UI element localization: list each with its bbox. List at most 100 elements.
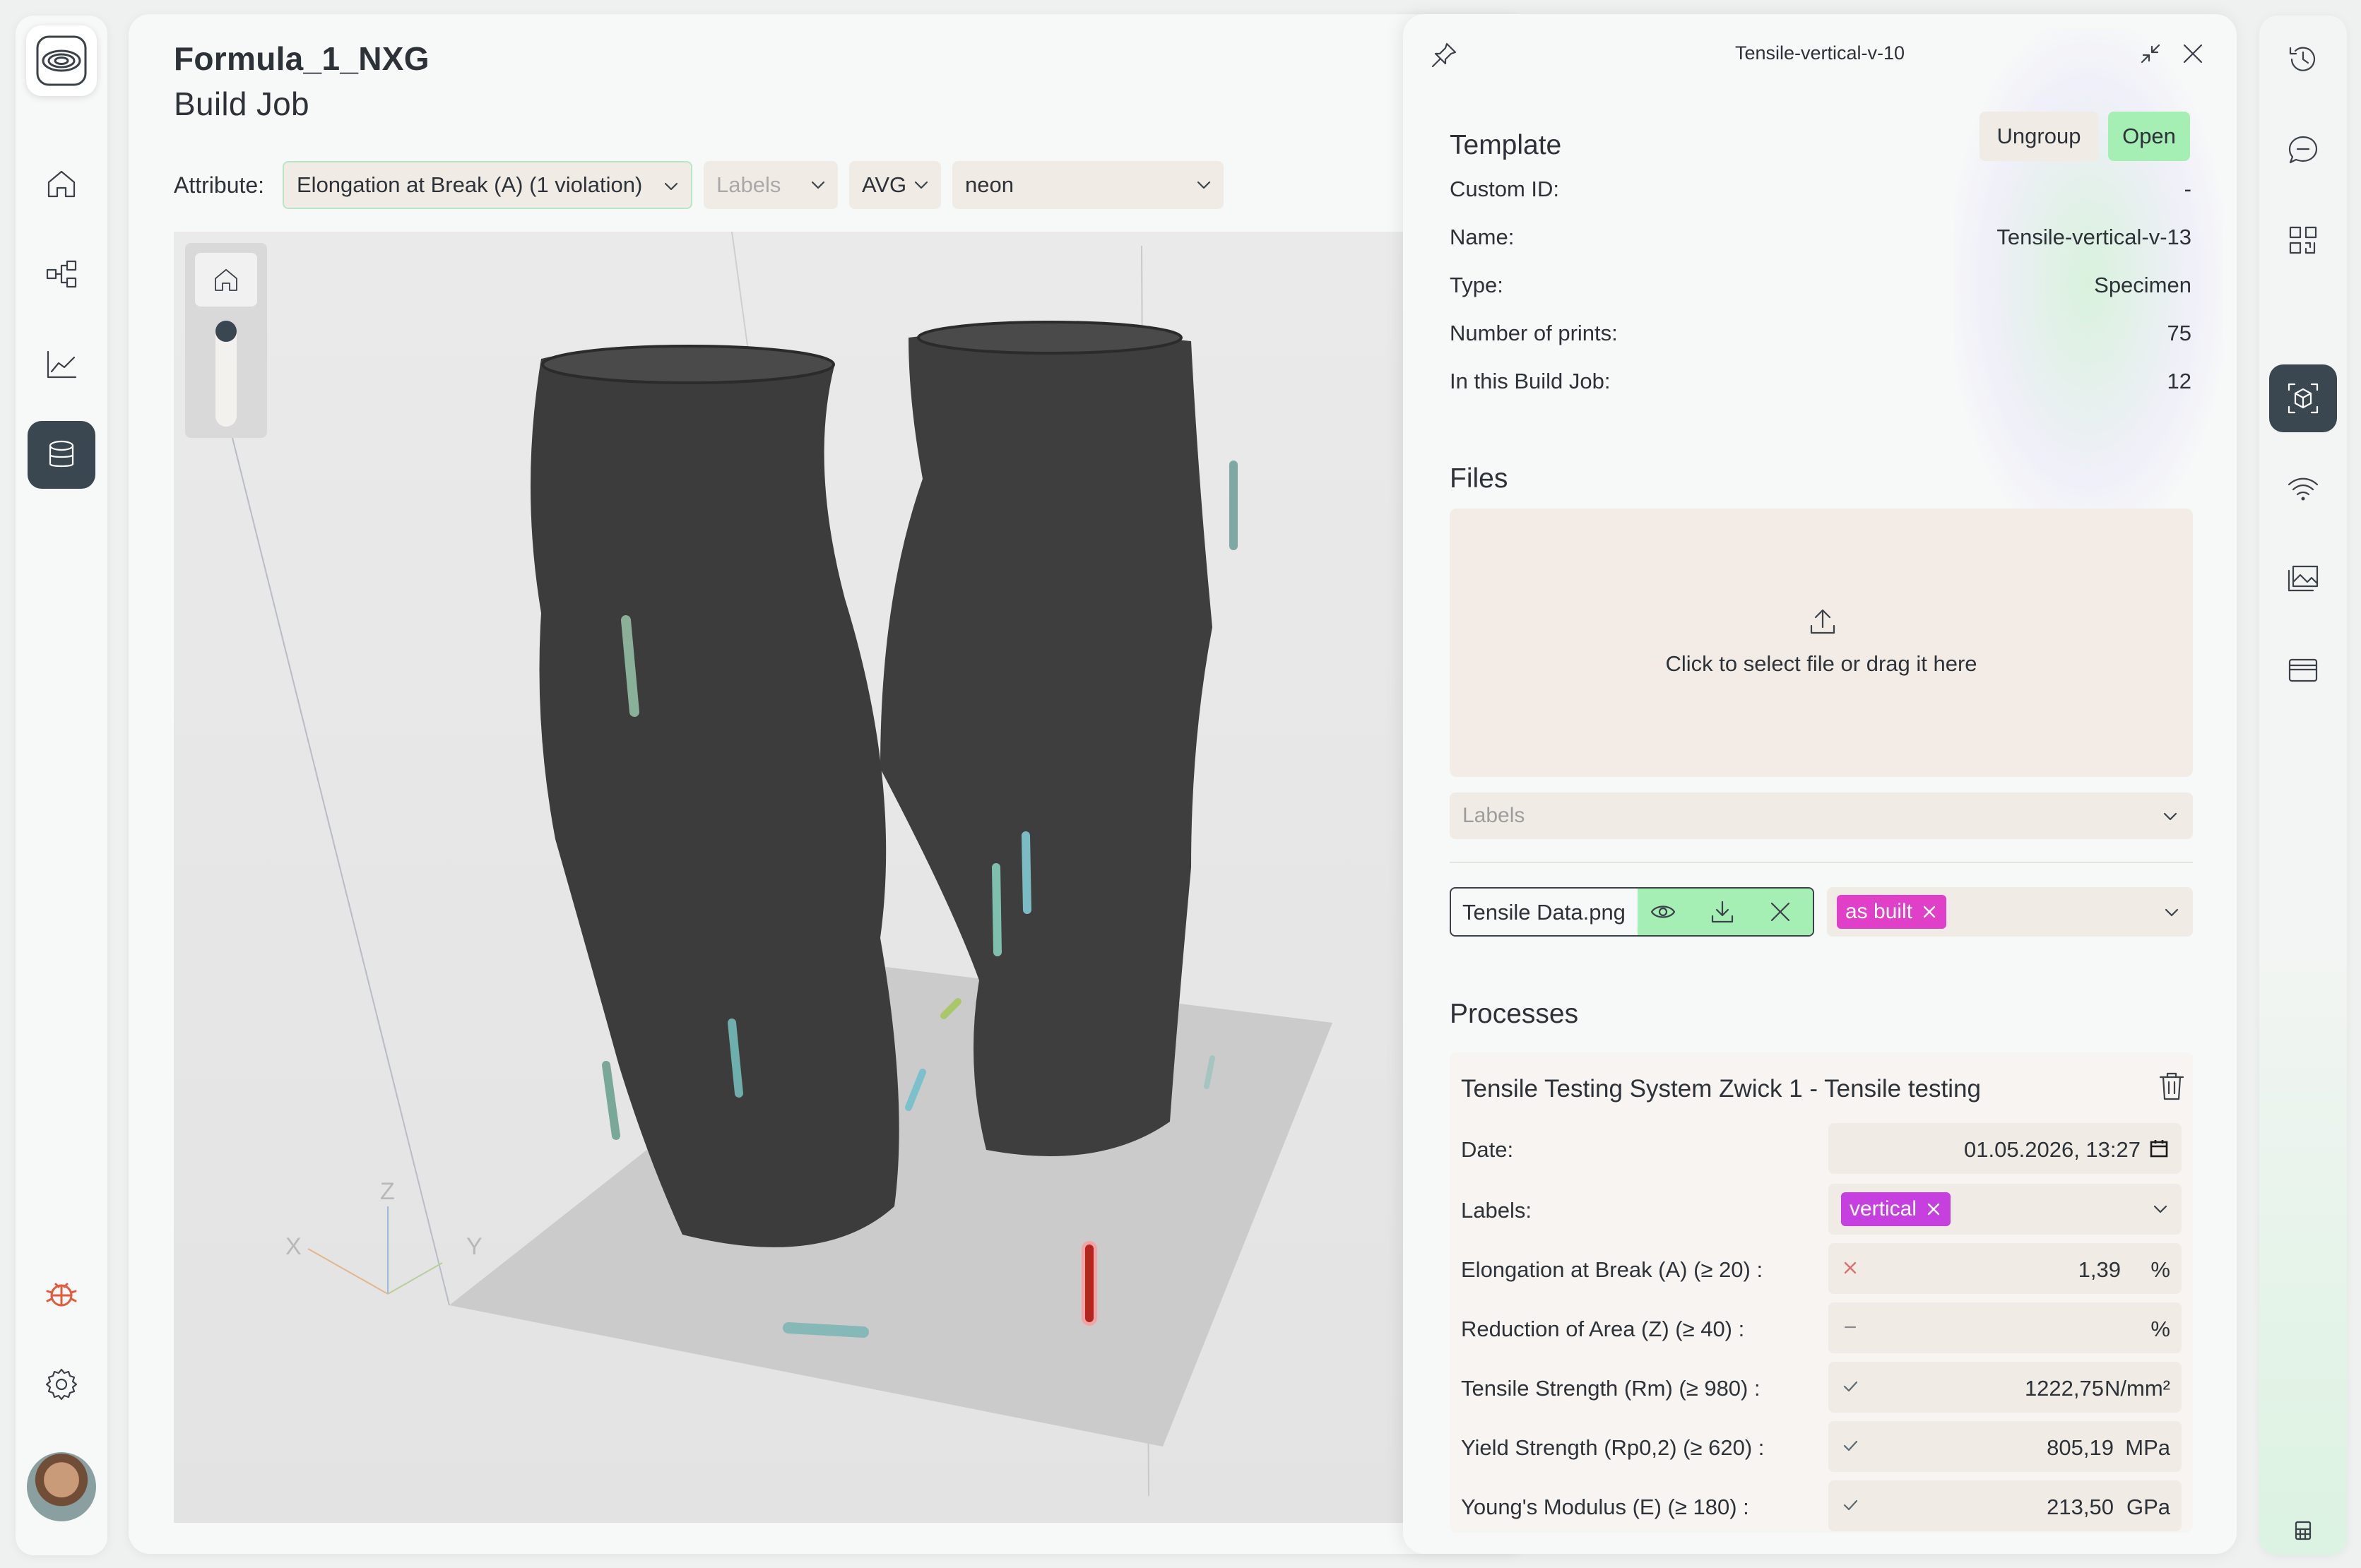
remove-tag-icon[interactable] — [1921, 903, 1938, 920]
nav-home-button[interactable] — [28, 150, 95, 218]
reset-view-button[interactable] — [195, 253, 257, 307]
ungroup-button[interactable]: Ungroup — [1980, 112, 2098, 161]
qr-code-button[interactable] — [2269, 206, 2337, 274]
file-labels-select[interactable]: Labels — [1450, 792, 2193, 839]
tensile-specimen-bar — [992, 863, 1002, 956]
field-number-of-prints: Number of prints: 75 — [1450, 321, 2191, 352]
field-in-build-job: In this Build Job: 12 — [1450, 369, 2191, 400]
measurement-input[interactable]: 1222,75 N/mm² — [1828, 1362, 2182, 1413]
labels-filter-select[interactable]: Labels — [704, 161, 838, 209]
viewport-controls — [185, 243, 267, 438]
measurement-input[interactable]: % — [1828, 1302, 2182, 1353]
3d-viewport[interactable]: Z X Y — [174, 232, 1438, 1523]
nav-workflow-button[interactable] — [28, 240, 95, 308]
specimen-part-left — [531, 350, 899, 1247]
field-value: Specimen — [2094, 273, 2191, 297]
3d-view-button[interactable] — [2269, 364, 2337, 432]
labels-label: Labels: — [1461, 1198, 1532, 1223]
wifi-icon — [2288, 477, 2319, 501]
attribute-select[interactable]: Elongation at Break (A) (1 violation) — [283, 161, 692, 209]
attribute-label: Attribute: — [174, 172, 265, 198]
home-icon — [215, 268, 237, 291]
detail-title: Tensile-vertical-v-10 — [1734, 42, 1905, 64]
close-icon[interactable] — [2179, 40, 2207, 68]
calculator-button[interactable] — [2259, 1506, 2347, 1555]
left-sidebar — [16, 16, 107, 1555]
tag-as-built: as built — [1837, 895, 1947, 929]
measurement-label: Young's Modulus (E) (≥ 180) : — [1461, 1495, 1749, 1519]
nav-analytics-button[interactable] — [28, 331, 95, 398]
file-tags-select[interactable]: as built — [1827, 887, 2193, 937]
upload-icon — [1810, 609, 1835, 634]
right-toolbar — [2259, 16, 2347, 1555]
comments-button[interactable] — [2269, 116, 2337, 184]
settings-button[interactable] — [28, 1350, 95, 1418]
connectivity-button[interactable] — [2269, 455, 2337, 523]
remove-tag-icon[interactable] — [1925, 1201, 1942, 1218]
date-input[interactable]: 01.05.2026, 13:27 — [1828, 1123, 2182, 1174]
measurement-input[interactable]: 1,39 % — [1828, 1243, 2182, 1294]
file-dropzone[interactable]: Click to select file or drag it here — [1450, 509, 2193, 777]
measurement-label: Elongation at Break (A) (≥ 20) : — [1461, 1257, 1763, 1282]
measurement-unit: N/mm² — [2105, 1376, 2170, 1401]
colormap-select[interactable]: neon — [952, 161, 1224, 209]
field-label: Name: — [1450, 225, 1515, 249]
field-value: Tensile-vertical-v-13 — [1996, 225, 2191, 249]
measurement-value: 213,50 — [2047, 1495, 2114, 1519]
eye-icon[interactable] — [1650, 899, 1676, 925]
measurement-row: Yield Strength (Rp0,2) (≥ 620) : 805,19 … — [1461, 1421, 2182, 1472]
process-labels-select[interactable]: vertical — [1828, 1184, 2182, 1235]
axis-z-label: Z — [380, 1178, 395, 1205]
qr-code-icon — [2289, 226, 2317, 254]
aggregate-select[interactable]: AVG — [849, 161, 941, 209]
app-logo-button[interactable] — [26, 25, 97, 96]
page-subtitle: Build Job — [174, 85, 309, 122]
chevron-down-icon — [664, 182, 678, 191]
wallet-button[interactable] — [2269, 636, 2337, 703]
collapse-icon[interactable] — [2138, 41, 2163, 66]
measurement-label: Reduction of Area (Z) (≥ 40) : — [1461, 1317, 1745, 1341]
check-icon — [1843, 1381, 1858, 1392]
field-label: Type: — [1450, 273, 1503, 297]
measurement-row: Reduction of Area (Z) (≥ 40) : % — [1461, 1302, 2182, 1353]
measurement-row: Elongation at Break (A) (≥ 20) : 1,39 % — [1461, 1243, 2182, 1294]
3d-scene: Z X Y — [230, 232, 1332, 1497]
trash-icon[interactable] — [2158, 1071, 2186, 1102]
tensile-specimen-bar — [1022, 831, 1031, 914]
process-card: Tensile Testing System Zwick 1 - Tensile… — [1450, 1052, 2193, 1533]
measurement-unit: % — [2150, 1257, 2170, 1282]
measurement-value: 1,39 — [2078, 1257, 2121, 1282]
axis-y-label: Y — [466, 1233, 483, 1260]
tag-vertical: vertical — [1841, 1192, 1951, 1226]
field-type: Type: Specimen — [1450, 273, 2191, 304]
gallery-button[interactable] — [2269, 545, 2337, 613]
user-avatar[interactable] — [27, 1452, 96, 1521]
download-icon[interactable] — [1710, 899, 1735, 925]
open-button[interactable]: Open — [2108, 112, 2190, 161]
close-icon[interactable] — [1768, 899, 1793, 925]
field-name: Name: Tensile-vertical-v-13 — [1450, 225, 2191, 256]
measurement-unit: MPa — [2125, 1435, 2170, 1460]
chart-icon — [47, 350, 77, 379]
tag-label: vertical — [1850, 1197, 1917, 1220]
nav-database-button[interactable] — [28, 421, 95, 489]
zoom-slider-handle[interactable] — [215, 321, 237, 342]
database-icon — [49, 440, 74, 468]
calculator-icon — [2295, 1521, 2312, 1540]
attribute-select-value: Elongation at Break (A) (1 violation) — [297, 172, 643, 197]
chevron-down-icon — [2153, 1205, 2167, 1213]
measurement-input[interactable]: 213,50 GPa — [1828, 1480, 2182, 1531]
files-heading: Files — [1450, 463, 1508, 494]
bug-report-button[interactable] — [28, 1260, 95, 1328]
calendar-icon[interactable] — [2149, 1139, 2169, 1158]
file-chip[interactable]: Tensile Data.png — [1450, 887, 1814, 937]
template-heading: Template — [1450, 130, 1562, 160]
specimen-detail-panel: Tensile-vertical-v-10 Template Ungroup O… — [1403, 14, 2237, 1554]
chat-icon — [2288, 136, 2318, 164]
measurement-input[interactable]: 805,19 MPa — [1828, 1421, 2182, 1472]
build-job-panel: Formula_1_NXG Build Job Attribute: Elong… — [129, 14, 1527, 1554]
aggregate-select-value: AVG — [862, 172, 907, 197]
logo-icon — [36, 35, 87, 86]
violation-x-icon — [1844, 1261, 1857, 1274]
history-button[interactable] — [2269, 25, 2337, 93]
